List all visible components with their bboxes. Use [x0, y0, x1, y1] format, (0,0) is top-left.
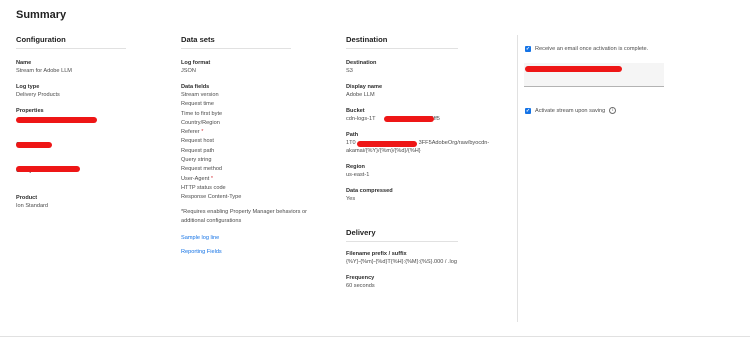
log-format-label: Log format: [181, 60, 211, 66]
activate-checkbox-row[interactable]: ✓ Activate stream upon saving i: [525, 107, 617, 114]
activate-checkbox[interactable]: ✓: [525, 107, 531, 114]
list-item: Query string: [181, 157, 212, 164]
data-compressed-value: Yes: [346, 196, 356, 202]
data-fields-list: Stream version Request time Time to firs…: [181, 91, 331, 203]
bucket-redaction: [384, 116, 434, 122]
footer-divider: [0, 336, 750, 337]
log-format-value: JSON: [181, 68, 196, 74]
bucket-label: Bucket: [346, 108, 365, 114]
email-checkbox-row[interactable]: ✓ Receive an email once activation is co…: [525, 46, 648, 52]
list-item: Country/Region: [181, 119, 220, 126]
list-item: Request time: [181, 101, 214, 108]
delivery-section: Filename prefix / suffix {%Y}-{%m}-{%d}T…: [346, 250, 516, 298]
list-item: Referer *: [181, 129, 204, 136]
properties-redaction: [16, 117, 97, 123]
display-name-label: Display name: [346, 84, 383, 90]
group-redaction: [16, 166, 80, 172]
datasets-section: Data sets Log format JSON Data fields St…: [181, 35, 331, 255]
region-value: us-east-1: [346, 172, 370, 178]
product-label: Product: [16, 195, 38, 201]
info-icon[interactable]: i: [609, 107, 617, 114]
sample-log-line-link[interactable]: Sample log line: [181, 235, 331, 241]
list-item: HTTP status code: [181, 184, 226, 191]
log-type-label: Log type: [16, 84, 40, 90]
destination-value: S3: [346, 68, 353, 74]
list-item: Request host: [181, 138, 214, 145]
name-label: Name: [16, 60, 32, 66]
reporting-fields-link[interactable]: Reporting Fields: [181, 249, 331, 255]
display-name-value: Adobe LLM: [346, 92, 375, 98]
path-redaction: [357, 141, 417, 147]
list-item: Time to first byte: [181, 110, 223, 117]
email-checkbox-label: Receive an email once activation is comp…: [535, 46, 649, 52]
frequency-label: Frequency: [346, 275, 375, 281]
properties-label: Properties: [16, 108, 44, 114]
frequency-value: 60 seconds: [346, 283, 375, 289]
page-title: Summary: [16, 9, 67, 21]
delivery-heading: Delivery: [346, 228, 458, 242]
log-type-value: Delivery Products: [16, 92, 60, 98]
list-item: Stream version: [181, 92, 219, 98]
list-item: User-Agent *: [181, 175, 214, 182]
configuration-heading: Configuration: [16, 35, 126, 49]
email-checkbox[interactable]: ✓: [525, 46, 531, 52]
required-marker: *: [210, 175, 214, 182]
required-marker: *: [201, 129, 204, 136]
column-divider: [517, 35, 518, 322]
contract-id-redaction: [16, 142, 52, 148]
path-value-line2: akamai/{%Y}/{%m}/{%d}/{%H}: [346, 148, 421, 154]
destination-section: Destination Destination S3 Display name …: [346, 35, 506, 211]
destination-heading: Destination: [346, 35, 458, 49]
datasets-heading: Data sets: [181, 35, 291, 49]
data-fields-label: Data fields: [181, 84, 210, 90]
destination-label: Destination: [346, 60, 377, 66]
product-value: Ion Standard: [16, 203, 49, 209]
path-label: Path: [346, 132, 359, 138]
list-item: Response Content-Type: [181, 194, 242, 201]
requirements-note: *Requires enabling Property Manager beha…: [181, 208, 307, 225]
list-item: Request method: [181, 166, 223, 173]
filename-value: {%Y}-{%m}-{%d}T{%H}:{%M}:{%S}.000 / .log: [346, 259, 458, 265]
name-value: Stream for Adobe LLM: [16, 68, 72, 74]
email-redaction: [525, 66, 622, 72]
filename-label: Filename prefix / suffix: [346, 251, 407, 257]
configuration-section: Configuration Name Stream for Adobe LLM …: [16, 35, 126, 218]
data-compressed-label: Data compressed: [346, 188, 393, 194]
region-label: Region: [346, 164, 365, 170]
list-item: Request path: [181, 147, 215, 154]
activate-checkbox-label: Activate stream upon saving: [535, 107, 606, 114]
